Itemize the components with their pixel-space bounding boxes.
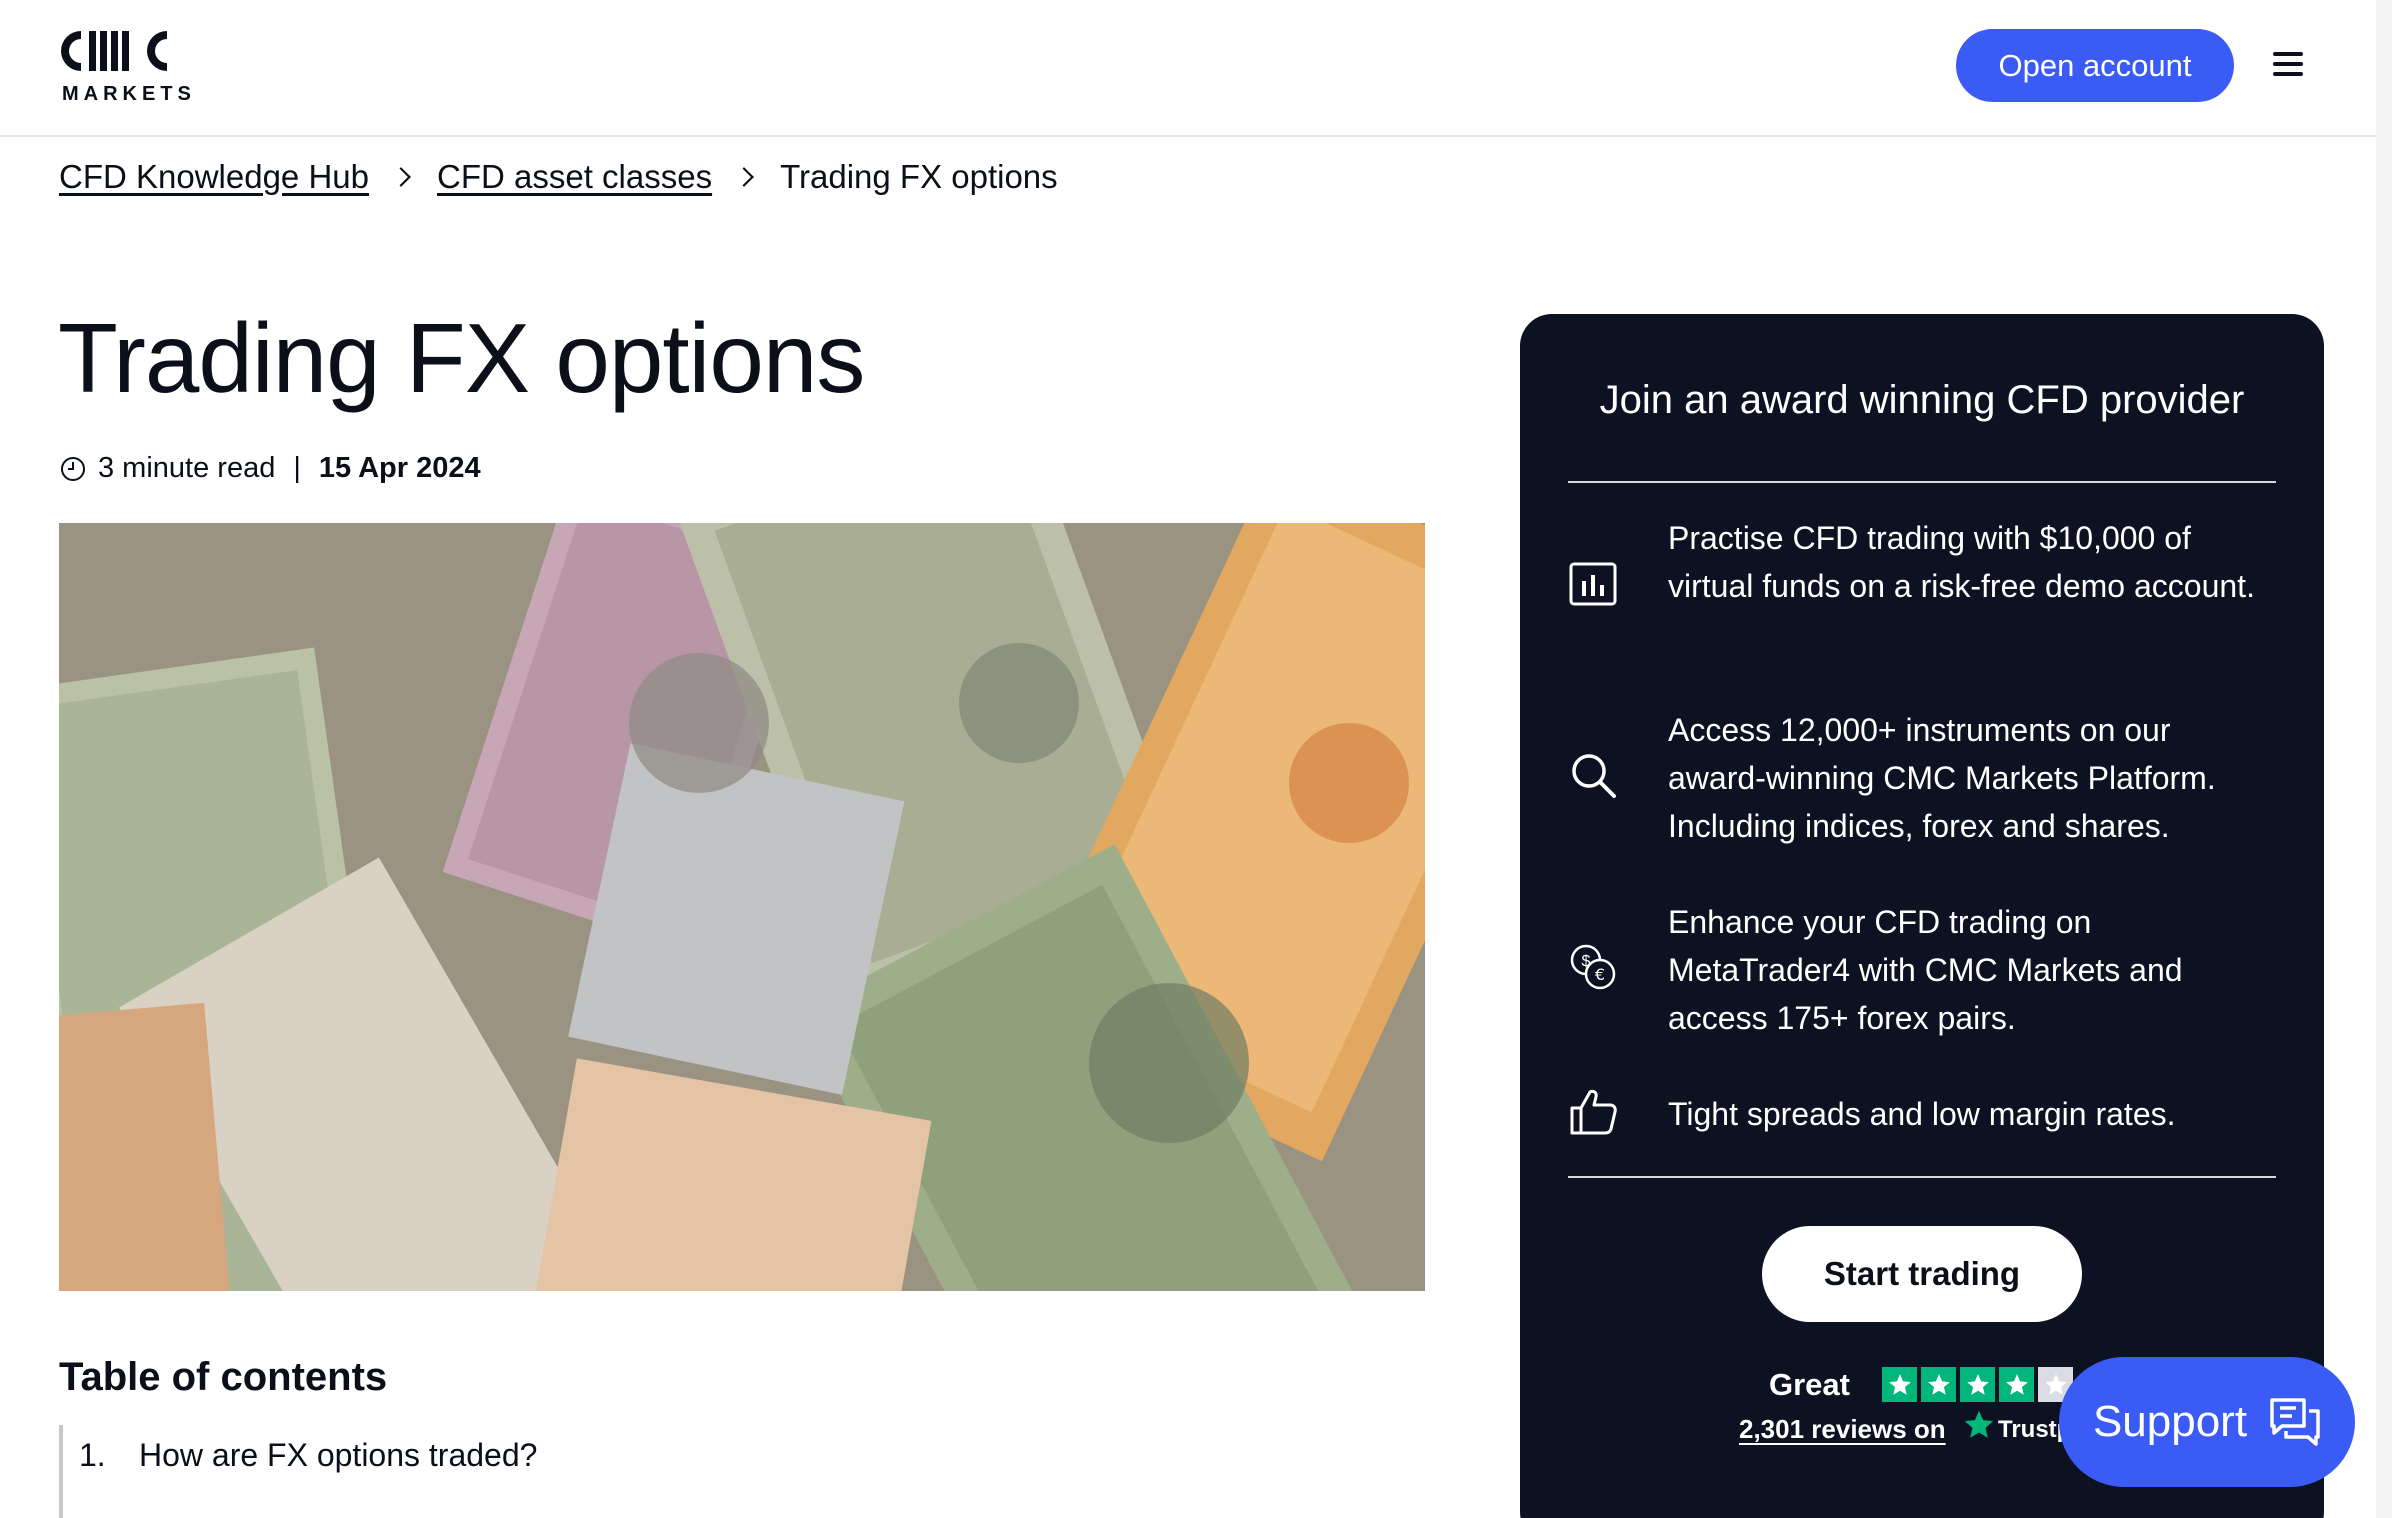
toc-title: Table of contents (59, 1355, 388, 1399)
chat-bubbles-icon (2270, 1398, 2320, 1446)
toc-item-number: 1. (79, 1437, 106, 1473)
toc-item-label[interactable]: How are FX options traded? (139, 1437, 537, 1474)
svg-text:€: € (1595, 965, 1605, 984)
scrollbar[interactable] (2376, 0, 2392, 1518)
breadcrumb-link-knowledge-hub[interactable]: CFD Knowledge Hub (59, 158, 369, 196)
trustpilot-stars (1882, 1367, 2073, 1402)
trustpilot-star-icon (1964, 1410, 1994, 1438)
feature-text: Access 12,000+ instruments on our award-… (1668, 712, 2216, 844)
star-icon (1960, 1367, 1995, 1402)
chevron-right-icon (391, 167, 411, 187)
currency-coins-icon: $ € (1570, 944, 1616, 990)
site-header: MARKETS Open account (0, 0, 2392, 137)
cmc-logo-mark (61, 31, 167, 71)
read-time: 3 minute read (98, 452, 276, 484)
support-chat-button[interactable]: Support (2059, 1357, 2355, 1487)
publish-date: 15 Apr 2024 (318, 452, 481, 484)
feature-text: Practise CFD trading with $10,000 of vir… (1668, 520, 2255, 604)
toc-item[interactable]: 1. How are FX options traded? (79, 1425, 537, 1474)
meta-separator: | (293, 452, 301, 484)
article-meta: 3 minute read | 15 Apr 2024 (60, 452, 481, 485)
hero-image-banknotes (59, 523, 1425, 1291)
breadcrumb-current: Trading FX options (780, 158, 1058, 195)
page-title: Trading FX options (58, 303, 865, 413)
trustpilot-rating-label: Great (1769, 1367, 1850, 1402)
chevron-right-icon (734, 167, 754, 187)
logo-subtitle: MARKETS (62, 83, 196, 105)
feature-text: Enhance your CFD trading on MetaTrader4 … (1668, 904, 2183, 1036)
promo-panel-title: Join an award winning CFD provider (1599, 378, 2245, 422)
breadcrumb-link-asset-classes[interactable]: CFD asset classes (437, 158, 712, 196)
hamburger-menu-icon[interactable] (2273, 52, 2303, 76)
cmc-markets-logo[interactable]: MARKETS (59, 27, 194, 107)
feature-text: Tight spreads and low margin rates. (1668, 1096, 2176, 1132)
breadcrumb: CFD Knowledge Hub CFD asset classes Trad… (59, 152, 1058, 202)
divider (1568, 481, 2276, 483)
star-icon (1999, 1367, 2034, 1402)
promo-panel: Join an award winning CFD provider Pract… (1520, 314, 2324, 1518)
open-account-button[interactable]: Open account (1956, 29, 2234, 102)
bar-chart-icon (1569, 562, 1617, 606)
search-icon (1572, 754, 1616, 798)
support-label: Support (2092, 1397, 2248, 1446)
start-trading-button[interactable]: Start trading (1762, 1226, 2082, 1322)
thumbs-up-icon (1570, 1089, 1617, 1135)
star-icon (1921, 1367, 1956, 1402)
trustpilot-reviews-link[interactable]: 2,301 reviews on (1739, 1414, 1946, 1445)
divider (1568, 1176, 2276, 1178)
clock-icon (61, 456, 85, 481)
star-icon (1882, 1367, 1917, 1402)
toc-list: 1. How are FX options traded? (59, 1425, 537, 1518)
